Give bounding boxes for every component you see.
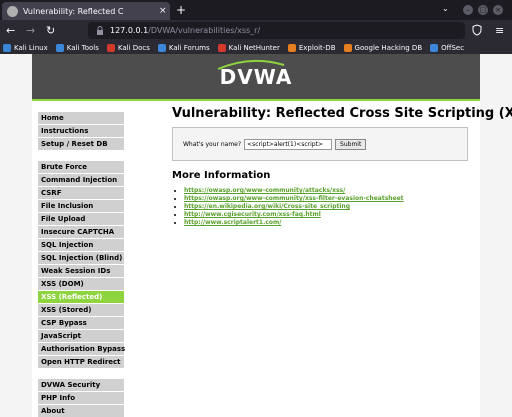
- shield-icon[interactable]: [472, 24, 482, 36]
- name-input[interactable]: [244, 138, 333, 150]
- sidebar-item-home[interactable]: Home: [38, 112, 124, 124]
- reference-link[interactable]: http://www.scriptalert1.com/: [184, 219, 282, 226]
- bookmark-item[interactable]: Kali NetHunter: [217, 43, 280, 52]
- browser-tab[interactable]: Vulnerability: Reflected C ×: [2, 2, 170, 20]
- new-tab-icon[interactable]: +: [176, 3, 186, 17]
- sidebar-item-xss-stored[interactable]: XSS (Stored): [38, 304, 124, 316]
- bookmark-item[interactable]: Kali Linux: [3, 43, 48, 52]
- bookmark-favicon-icon: [343, 43, 352, 52]
- reference-link[interactable]: https://owasp.org/www-community/xss-filt…: [184, 195, 404, 202]
- bookmarks-toolbar: Kali Linux Kali Tools Kali Docs Kali Forums…: [0, 41, 512, 54]
- sidebar-item-xss-reflected[interactable]: XSS (Reflected): [38, 291, 124, 303]
- reference-link[interactable]: http://www.cgisecurity.com/xss-faq.html: [184, 211, 321, 218]
- bookmark-item[interactable]: Google Hacking DB: [343, 43, 423, 52]
- lock-icon: [97, 26, 103, 35]
- main-content: Vulnerability: Reflected Cross Site Scri…: [172, 106, 512, 227]
- bookmark-label: Kali Forums: [168, 43, 210, 52]
- url-path: /DVWA/vulnerabilities/xss_r/: [148, 26, 261, 35]
- sidebar-item-insecure-captcha[interactable]: Insecure CAPTCHA: [38, 226, 124, 238]
- sidebar-item-sql-injection-blind[interactable]: SQL Injection (Blind): [38, 252, 124, 264]
- sidebar-item-dvwa-security[interactable]: DVWA Security: [38, 379, 124, 391]
- sidebar-item-authorisation-bypass[interactable]: Authorisation Bypass: [38, 343, 125, 355]
- dvwa-sidebar-menu: Home Instructions Setup / Reset DB Brute Fo…: [38, 112, 125, 417]
- sidebar-item-file-inclusion[interactable]: File Inclusion: [38, 200, 124, 212]
- bookmark-item[interactable]: Kali Tools: [55, 43, 99, 52]
- bookmark-favicon-icon: [287, 43, 296, 52]
- logo-swoosh-icon: [217, 59, 284, 70]
- name-label: What's your name?: [183, 140, 242, 148]
- tab-list-icon[interactable]: ⌄: [442, 4, 449, 13]
- reference-link[interactable]: https://en.wikipedia.org/wiki/Cross-site…: [184, 203, 350, 210]
- tab-close-icon[interactable]: ×: [159, 6, 167, 16]
- bookmark-label: Kali Linux: [14, 43, 48, 52]
- sidebar-item-about[interactable]: About: [38, 405, 124, 417]
- maximize-icon[interactable]: □: [478, 5, 488, 15]
- dvwa-container: DVWA Home Instructions Setup / Reset DB Bru…: [32, 54, 512, 417]
- more-info-links: https://owasp.org/www-community/attacks/…: [184, 187, 472, 227]
- bookmark-favicon-icon: [430, 43, 439, 52]
- tab-bar: Vulnerability: Reflected C × + ⌄ – □ ×: [0, 0, 512, 20]
- dvwa-header: DVWA: [32, 54, 480, 101]
- bookmark-item[interactable]: OffSec: [430, 43, 465, 52]
- list-item: https://en.wikipedia.org/wiki/Cross-site…: [184, 203, 472, 211]
- bookmark-item[interactable]: Exploit-DB: [287, 43, 336, 52]
- sidebar-item-brute-force[interactable]: Brute Force: [38, 161, 124, 173]
- sidebar-item-sql-injection[interactable]: SQL Injection: [38, 239, 124, 251]
- url-host: 127.0.0.1: [110, 26, 149, 35]
- bookmark-favicon-icon: [157, 43, 166, 52]
- sidebar-item-csrf[interactable]: CSRF: [38, 187, 124, 199]
- bookmark-favicon-icon: [55, 43, 64, 52]
- bookmark-favicon-icon: [106, 43, 115, 52]
- submit-button[interactable]: Submit: [335, 138, 367, 150]
- tab-favicon-icon: [7, 5, 18, 17]
- reference-link[interactable]: https://owasp.org/www-community/attacks/…: [184, 187, 345, 194]
- close-window-icon[interactable]: ×: [493, 5, 503, 15]
- page-title: Vulnerability: Reflected Cross Site Scri…: [172, 106, 512, 121]
- tab-title: Vulnerability: Reflected C: [23, 6, 124, 16]
- sidebar-item-php-info[interactable]: PHP Info: [38, 392, 124, 404]
- list-item: http://www.scriptalert1.com/: [184, 219, 472, 227]
- sidebar-item-javascript[interactable]: JavaScript: [38, 330, 124, 342]
- bookmark-label: OffSec: [441, 43, 465, 52]
- reload-icon[interactable]: ↻: [46, 24, 55, 37]
- menu-group-divider: [38, 369, 124, 379]
- sidebar-item-weak-session-ids[interactable]: Weak Session IDs: [38, 265, 124, 277]
- bookmark-favicon-icon: [217, 43, 226, 52]
- address-bar[interactable]: 127.0.0.1/DVWA/vulnerabilities/xss_r/: [88, 22, 465, 39]
- bookmark-favicon-icon: [3, 43, 11, 52]
- navigation-toolbar: ← → ↻ 127.0.0.1/DVWA/vulnerabilities/xss…: [0, 20, 512, 41]
- sidebar-item-xss-dom[interactable]: XSS (DOM): [38, 278, 124, 290]
- bookmark-label: Google Hacking DB: [354, 43, 423, 52]
- menu-icon[interactable]: ≡: [495, 24, 504, 37]
- list-item: https://owasp.org/www-community/xss-filt…: [184, 195, 472, 203]
- more-info-heading: More Information: [172, 170, 271, 181]
- minimize-icon[interactable]: –: [463, 5, 473, 15]
- sidebar-item-command-injection[interactable]: Command Injection: [38, 174, 124, 186]
- bookmark-label: Kali Docs: [117, 43, 150, 52]
- back-icon[interactable]: ←: [6, 24, 15, 37]
- bookmark-label: Kali NetHunter: [228, 43, 280, 52]
- menu-group-divider: [38, 151, 124, 161]
- sidebar-item-instructions[interactable]: Instructions: [38, 125, 124, 137]
- bookmark-label: Kali Tools: [66, 43, 99, 52]
- forward-icon[interactable]: →: [26, 24, 35, 37]
- bookmark-label: Exploit-DB: [298, 43, 336, 52]
- sidebar-item-file-upload[interactable]: File Upload: [38, 213, 124, 225]
- dvwa-logo[interactable]: DVWA: [217, 59, 293, 89]
- sidebar-item-setup-reset-db[interactable]: Setup / Reset DB: [38, 138, 124, 150]
- bookmark-item[interactable]: Kali Forums: [157, 43, 210, 52]
- list-item: https://owasp.org/www-community/attacks/…: [184, 187, 472, 195]
- list-item: http://www.cgisecurity.com/xss-faq.html: [184, 211, 472, 219]
- bookmark-item[interactable]: Kali Docs: [106, 43, 150, 52]
- page-viewport: DVWA Home Instructions Setup / Reset DB Bru…: [0, 54, 512, 417]
- sidebar-item-csp-bypass[interactable]: CSP Bypass: [38, 317, 124, 329]
- sidebar-item-open-http-redirect[interactable]: Open HTTP Redirect: [38, 356, 124, 368]
- vulnerability-form-box: What's your name? Submit: [172, 127, 468, 161]
